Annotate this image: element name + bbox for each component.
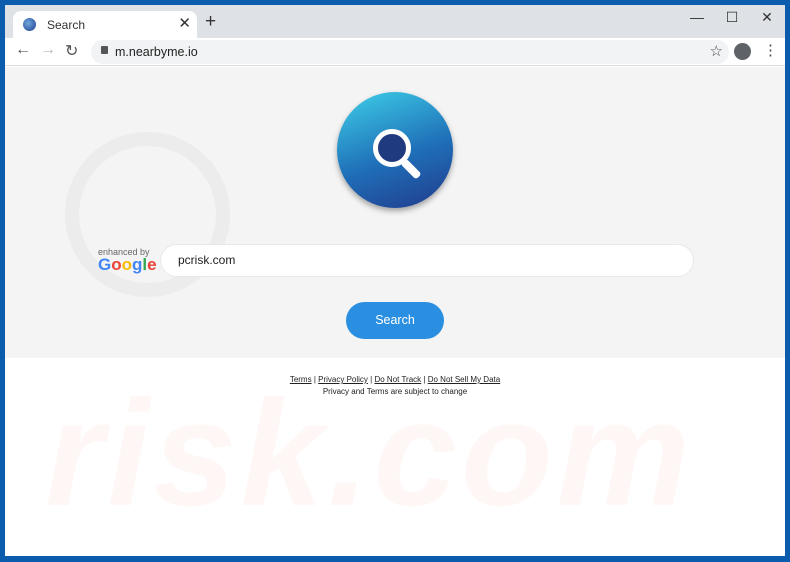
tab-bar: Search ✕ + — ☐ ✕: [5, 5, 785, 38]
toolbar: ← → ↻ m.nearbyme.io ☆ ⋮: [5, 38, 785, 66]
footer-links: Terms | Privacy Policy | Do Not Track | …: [289, 375, 501, 384]
maximize-icon[interactable]: ☐: [717, 9, 747, 26]
profile-icon[interactable]: [734, 43, 751, 60]
forward-icon[interactable]: →: [40, 41, 56, 59]
tab-search[interactable]: Search ✕: [13, 11, 197, 38]
close-tab-icon[interactable]: ✕: [178, 14, 191, 32]
do-not-track-link[interactable]: Do Not Track: [374, 375, 421, 384]
favicon-icon: [23, 18, 36, 31]
browser-window: Search ✕ + — ☐ ✕ ← → ↻ m.nearbyme.io ☆ ⋮…: [5, 5, 785, 556]
reload-icon[interactable]: ↻: [65, 41, 78, 61]
privacy-note: Privacy and Terms are subject to change: [322, 387, 468, 396]
tab-title: Search: [47, 18, 86, 32]
url-text: m.nearbyme.io: [115, 45, 198, 59]
address-bar[interactable]: m.nearbyme.io ☆: [91, 40, 729, 64]
menu-icon[interactable]: ⋮: [763, 41, 778, 59]
new-tab-icon[interactable]: +: [205, 12, 216, 31]
terms-link[interactable]: Terms: [290, 375, 312, 384]
privacy-policy-link[interactable]: Privacy Policy: [318, 375, 368, 384]
google-logo: Google: [98, 255, 157, 274]
lock-icon: [101, 46, 108, 54]
close-window-icon[interactable]: ✕: [752, 9, 782, 26]
do-not-sell-link[interactable]: Do Not Sell My Data: [428, 375, 500, 384]
back-icon[interactable]: ←: [15, 41, 31, 59]
page-content: risk.com enhanced by Google pcrisk.com S…: [5, 67, 785, 556]
minimize-icon[interactable]: —: [682, 9, 712, 25]
search-button[interactable]: Search: [346, 302, 444, 339]
search-input[interactable]: pcrisk.com: [160, 244, 694, 277]
search-logo-icon: [337, 92, 453, 208]
bookmark-star-icon[interactable]: ☆: [710, 42, 723, 60]
